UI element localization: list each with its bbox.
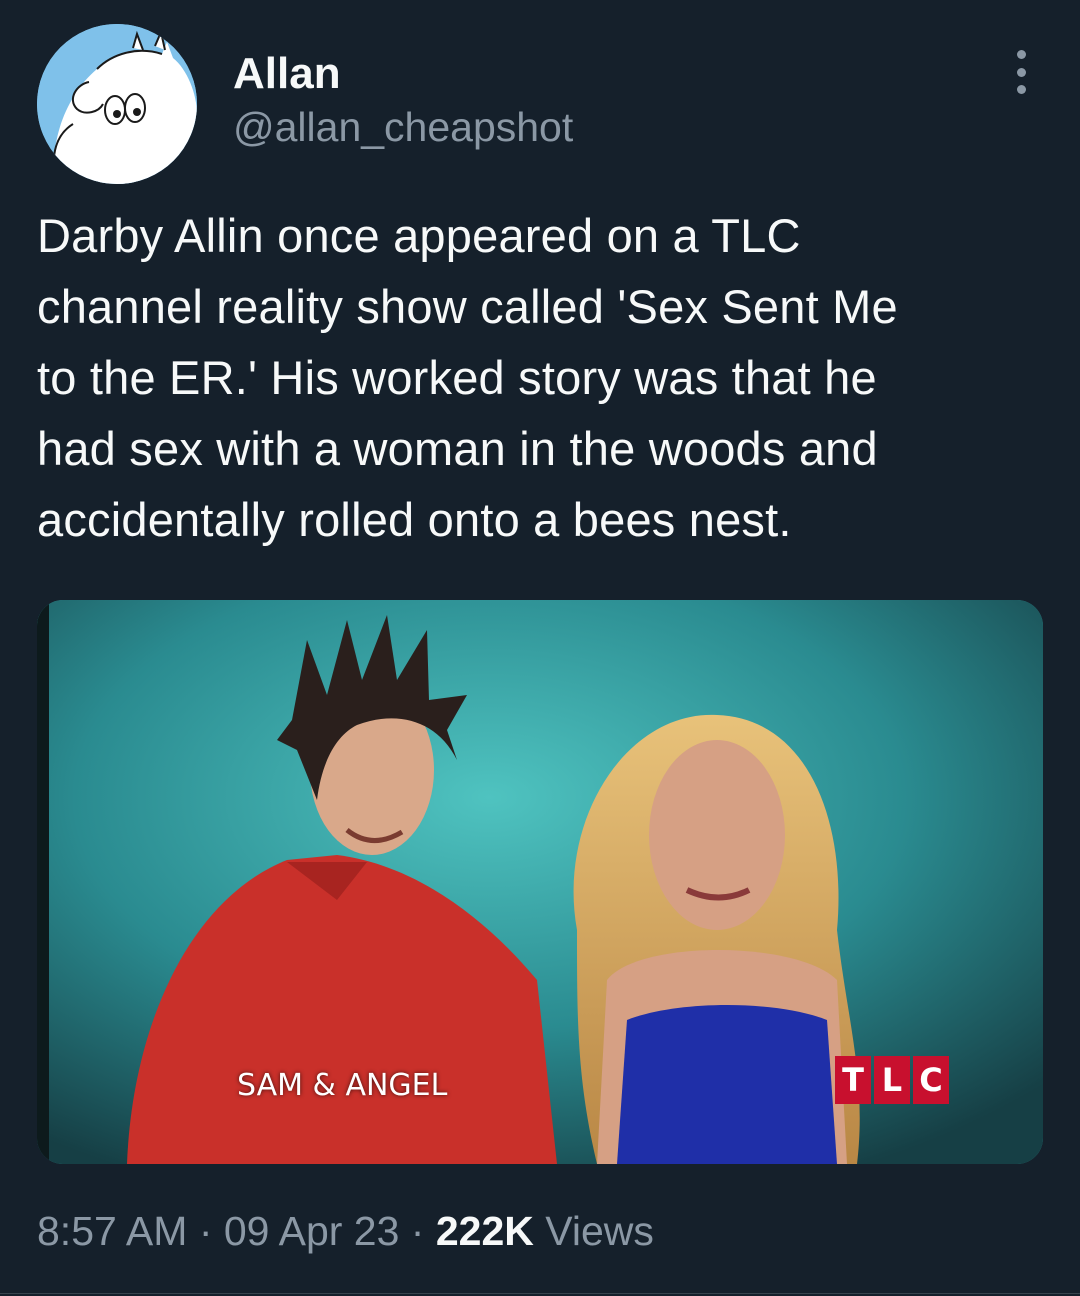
tweet-text: Darby Allin once appeared on a TLC chann… — [37, 200, 1057, 555]
tweet-time[interactable]: 8:57 AM — [37, 1208, 187, 1254]
more-dot — [1016, 50, 1026, 59]
more-dot — [1016, 85, 1026, 94]
author-handle[interactable]: @allan_cheapshot — [233, 104, 573, 150]
tweet-text-line: to the ER.' His worked story was that he — [37, 351, 877, 404]
tweet-media-image[interactable]: SAM & ANGEL T L C — [37, 600, 1043, 1164]
tlc-logo: T L C — [835, 1056, 949, 1104]
tweet-text-line: channel reality show called 'Sex Sent Me — [37, 280, 898, 333]
more-vertical-icon[interactable] — [1004, 50, 1038, 94]
tweet-date[interactable]: 09 Apr 23 — [224, 1208, 400, 1254]
tlc-logo-letter: T — [835, 1056, 871, 1104]
media-lower-third-caption: SAM & ANGEL — [237, 1068, 448, 1103]
meta-separator: · — [187, 1208, 224, 1254]
moomin-avatar-icon — [37, 24, 197, 184]
author-display-name[interactable]: Allan — [233, 50, 341, 98]
tlc-logo-letter: L — [874, 1056, 910, 1104]
meta-separator: · — [399, 1208, 436, 1254]
avatar[interactable] — [37, 24, 197, 184]
tweet-text-line: had sex with a woman in the woods and — [37, 422, 878, 475]
tweet-text-line: accidentally rolled onto a bees nest. — [37, 493, 792, 546]
tlc-logo-letter: C — [913, 1056, 949, 1104]
more-dot — [1016, 67, 1026, 77]
views-label: Views — [533, 1208, 654, 1254]
views-count[interactable]: 222K — [436, 1208, 534, 1254]
tweet-meta: 8:57 AM · 09 Apr 23 · 222K Views — [37, 1206, 654, 1256]
divider — [0, 1293, 1080, 1294]
tweet-text-line: Darby Allin once appeared on a TLC — [37, 209, 801, 262]
